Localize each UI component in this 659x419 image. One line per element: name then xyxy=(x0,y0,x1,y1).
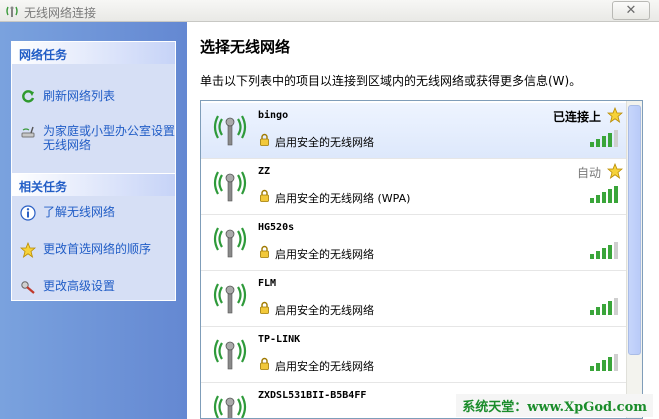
network-ssid: ZZ xyxy=(258,166,271,177)
learn-wireless-link[interactable]: 了解无线网络 xyxy=(12,205,175,221)
window-title: 无线网络连接 xyxy=(24,6,97,20)
info-icon xyxy=(20,205,36,221)
network-tasks-header[interactable]: 网络任务 xyxy=(12,42,175,64)
network-security: 启用安全的无线网络 xyxy=(275,136,374,149)
signal-strength-icon xyxy=(590,186,618,203)
change-advanced-settings-label: 更改高级设置 xyxy=(43,279,116,293)
network-ssid: bingo xyxy=(258,110,289,121)
scrollbar[interactable] xyxy=(626,101,642,418)
network-list[interactable]: bingo 启用安全的无线网络 已连接上 ZZ 启用安全的无线网络 (WPA) 自动 HG5… xyxy=(200,100,643,419)
network-row[interactable]: ZZ 启用安全的无线网络 (WPA) 自动 xyxy=(201,159,627,215)
lock-icon xyxy=(260,357,269,370)
change-preferred-order-label: 更改首选网络的顺序 xyxy=(43,242,152,256)
scrollbar-thumb[interactable] xyxy=(628,105,641,355)
wireless-antenna-icon xyxy=(213,227,247,258)
network-row[interactable]: FLM 启用安全的无线网络 xyxy=(201,271,627,327)
lock-icon xyxy=(260,133,269,146)
signal-strength-icon xyxy=(590,130,618,147)
settings-icon xyxy=(21,281,35,294)
preferred-star-icon xyxy=(607,163,623,179)
signal-strength-icon xyxy=(590,354,618,371)
setup-wireless-network-label: 为家庭或小型办公室设置无线网络 xyxy=(43,124,176,152)
network-security: 启用安全的无线网络 xyxy=(275,360,374,373)
network-ssid: HG520s xyxy=(258,222,295,233)
network-row[interactable]: HG520s 启用安全的无线网络 xyxy=(201,215,627,271)
page-description: 单击以下列表中的项目以连接到区域内的无线网络或获得更多信息(W)。 xyxy=(200,74,582,88)
learn-wireless-label: 了解无线网络 xyxy=(43,205,116,219)
lock-icon xyxy=(260,189,269,202)
wireless-antenna-icon xyxy=(213,283,247,314)
wireless-antenna-icon xyxy=(213,395,247,418)
network-security: 启用安全的无线网络 xyxy=(275,304,374,317)
refresh-network-list-label: 刷新网络列表 xyxy=(43,89,116,103)
task-pane: 网络任务 刷新网络列表 为家庭或小型办公室设置无线网络 相关任务 了解无线网络 … xyxy=(0,22,187,419)
network-security: 启用安全的无线网络 xyxy=(275,248,374,261)
preferred-star-icon xyxy=(607,107,623,123)
wireless-antenna-icon xyxy=(213,115,247,146)
network-status: 自动 xyxy=(576,166,601,180)
lock-icon xyxy=(260,301,269,314)
wireless-network-icon xyxy=(6,6,18,17)
wireless-setup-icon xyxy=(21,126,35,138)
network-ssid: FLM xyxy=(258,278,277,289)
network-tasks-panel: 网络任务 刷新网络列表 为家庭或小型办公室设置无线网络 xyxy=(11,41,176,181)
network-row[interactable]: bingo 启用安全的无线网络 已连接上 xyxy=(201,103,627,159)
star-icon xyxy=(20,242,36,258)
signal-strength-icon xyxy=(590,298,618,315)
related-tasks-header[interactable]: 相关任务 xyxy=(12,174,175,196)
watermark: 系统天堂：www.XpGod.com xyxy=(456,394,653,417)
lock-icon xyxy=(260,245,269,258)
network-ssid: ZXDSL531BII-B5B4FF xyxy=(258,390,367,401)
title-bar: 无线网络连接 ✕ xyxy=(0,0,659,22)
network-status: 已连接上 xyxy=(552,110,601,124)
change-preferred-order-link[interactable]: 更改首选网络的顺序 xyxy=(12,242,175,258)
network-row[interactable]: TP-LINK 启用安全的无线网络 xyxy=(201,327,627,383)
refresh-icon xyxy=(22,90,35,103)
close-button[interactable]: ✕ xyxy=(612,1,650,20)
network-ssid: TP-LINK xyxy=(258,334,301,345)
signal-strength-icon xyxy=(590,242,618,259)
wireless-antenna-icon xyxy=(213,339,247,370)
change-advanced-settings-link[interactable]: 更改高级设置 xyxy=(12,279,175,294)
related-tasks-panel: 相关任务 了解无线网络 更改首选网络的顺序 更改高级设置 xyxy=(11,173,176,301)
page-title: 选择无线网络 xyxy=(200,38,291,56)
network-security: 启用安全的无线网络 (WPA) xyxy=(275,192,411,205)
setup-wireless-network-link[interactable]: 为家庭或小型办公室设置无线网络 xyxy=(12,124,175,152)
refresh-network-list-link[interactable]: 刷新网络列表 xyxy=(12,89,175,103)
wireless-antenna-icon xyxy=(213,171,247,202)
main-panel: 选择无线网络 单击以下列表中的项目以连接到区域内的无线网络或获得更多信息(W)。… xyxy=(187,22,659,419)
